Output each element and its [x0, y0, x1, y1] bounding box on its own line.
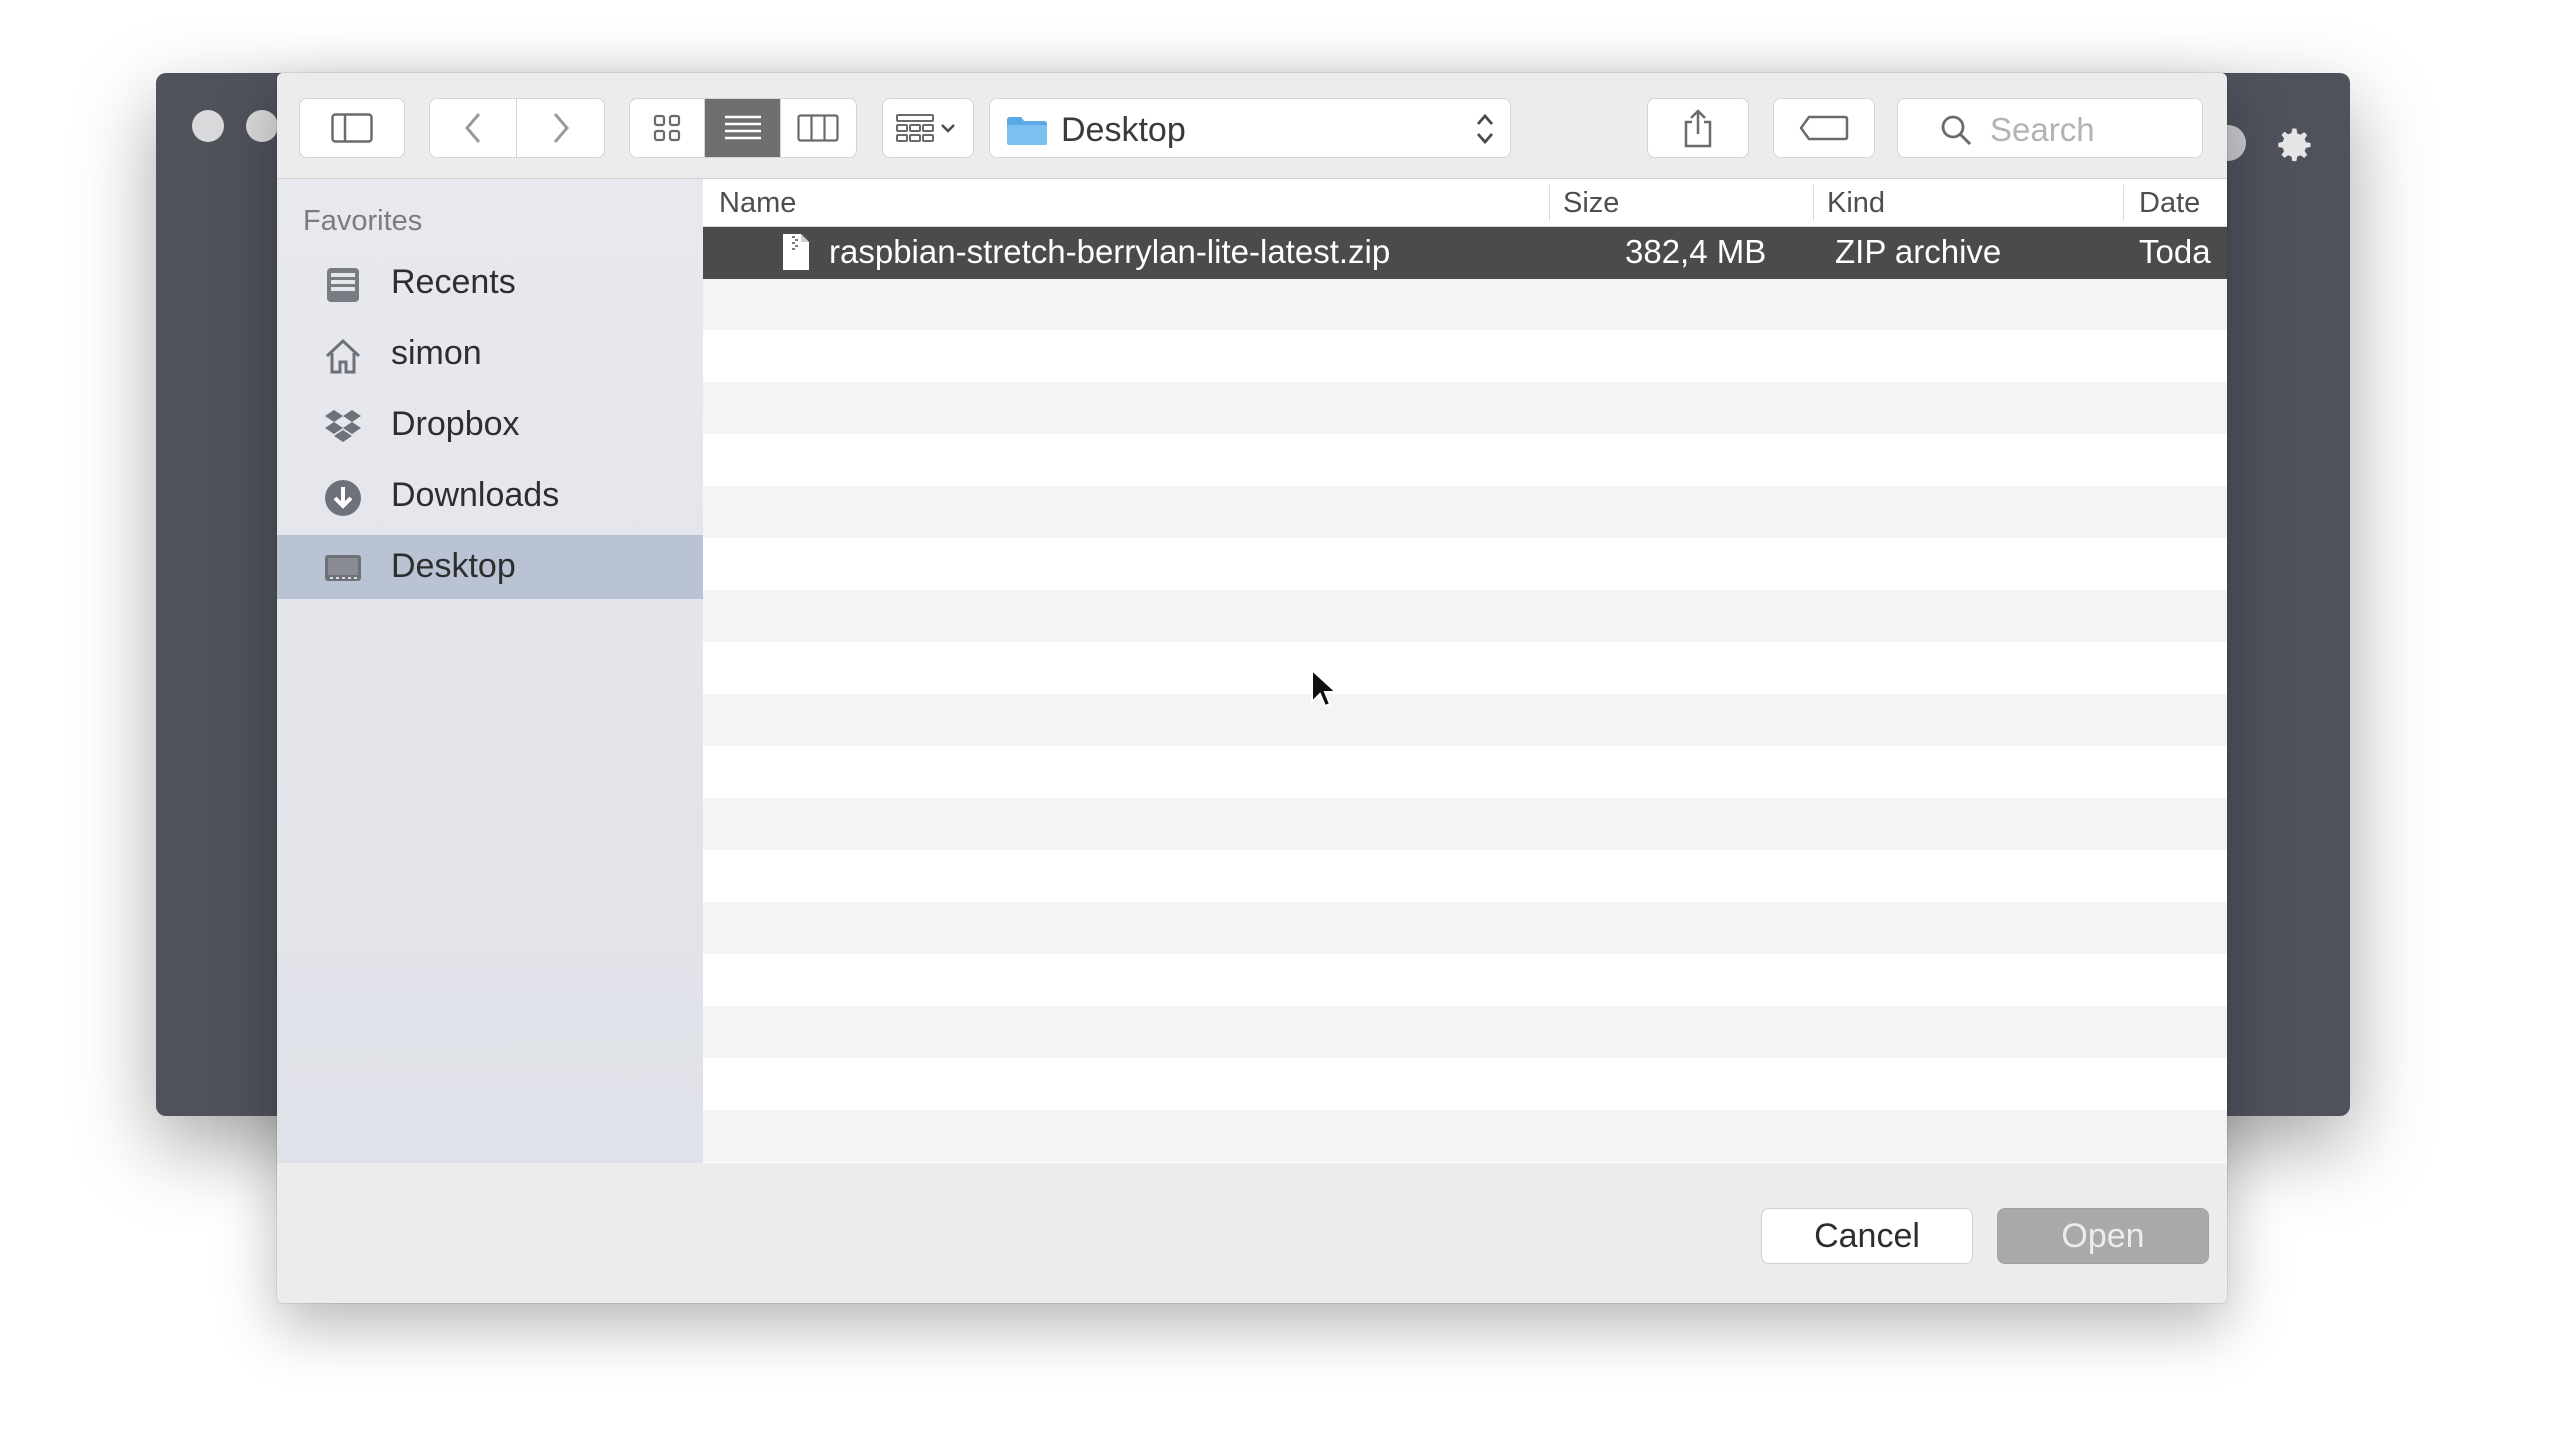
file-kind: ZIP archive — [1835, 233, 2002, 270]
up-down-chevron-icon — [1476, 113, 1494, 145]
dialog-footer: Cancel Open — [277, 1163, 2227, 1303]
icon-view-icon — [654, 114, 681, 142]
share-icon — [1684, 109, 1712, 148]
file-list: Name Size Kind Date raspbian-stretch-ber… — [703, 179, 2227, 1269]
column-size-header[interactable]: Size — [1563, 187, 1619, 220]
dialog-toolbar: Desktop Search — [277, 73, 2227, 179]
zip-file-icon — [783, 234, 809, 270]
favorites-header: Favorites — [303, 205, 423, 237]
arrange-menu-button[interactable] — [882, 98, 974, 158]
sidebar-item-desktop[interactable]: Desktop — [277, 535, 703, 599]
view-mode-segment — [629, 98, 857, 158]
dropbox-icon — [325, 410, 361, 442]
file-size: 382,4 MB — [1625, 233, 1767, 270]
table-row[interactable]: raspbian-stretch-berrylan-lite-latest.zi… — [703, 227, 2227, 279]
navigation-segment — [429, 98, 605, 158]
column-header: Name Size Kind Date — [703, 179, 2227, 227]
sidebar-item-label: simon — [391, 334, 482, 372]
back-button[interactable] — [430, 99, 517, 157]
column-date-header[interactable]: Date — [2139, 187, 2200, 220]
group-by-icon — [896, 114, 955, 142]
location-popup[interactable]: Desktop — [989, 98, 1511, 158]
column-divider[interactable] — [2123, 185, 2124, 221]
downloads-icon — [325, 480, 361, 516]
sidebar-item-simon[interactable]: simon — [277, 322, 703, 386]
file-date: Toda — [2139, 233, 2211, 270]
list-background — [703, 226, 2227, 1269]
recents-icon — [327, 268, 359, 302]
forward-button[interactable] — [517, 99, 604, 157]
column-divider[interactable] — [1813, 185, 1814, 221]
tags-button[interactable] — [1773, 98, 1875, 158]
sidebar-item-dropbox[interactable]: Dropbox — [277, 393, 703, 457]
column-divider[interactable] — [1549, 185, 1550, 221]
search-icon — [1941, 115, 1972, 146]
file-name: raspbian-stretch-berrylan-lite-latest.zi… — [829, 233, 1391, 270]
share-button[interactable] — [1647, 98, 1749, 158]
chevron-left-icon — [465, 113, 481, 143]
chevron-right-icon — [553, 113, 569, 143]
column-view-icon — [797, 114, 839, 142]
column-name-header[interactable]: Name — [719, 187, 796, 220]
sidebar-item-recents[interactable]: Recents — [277, 251, 703, 315]
window-minimize-dot[interactable] — [246, 110, 278, 142]
sidebar-item-label: Downloads — [391, 476, 560, 514]
folder-icon — [1007, 117, 1047, 145]
home-icon — [325, 338, 361, 374]
search-placeholder: Search — [1990, 111, 2095, 148]
column-view-button[interactable] — [781, 99, 856, 157]
sidebar-item-label: Dropbox — [391, 405, 520, 443]
cancel-button[interactable]: Cancel — [1761, 1208, 1973, 1264]
sidebar-item-label: Recents — [391, 263, 516, 301]
sidebar-toggle-icon — [331, 113, 373, 143]
list-view-icon — [724, 115, 761, 140]
open-file-dialog: Desktop Search Favorites Recents simon D… — [277, 73, 2227, 1303]
tag-icon — [1799, 115, 1849, 141]
icon-view-button[interactable] — [630, 99, 706, 157]
location-label: Desktop — [1061, 111, 1186, 149]
sidebar-item-label: Desktop — [391, 547, 516, 585]
column-kind-header[interactable]: Kind — [1827, 187, 1885, 220]
gear-icon[interactable] — [2272, 123, 2316, 167]
search-field[interactable]: Search — [1897, 98, 2203, 158]
sidebar: Favorites Recents simon Dropbox Download… — [277, 179, 703, 1303]
list-view-button[interactable] — [705, 99, 781, 157]
mouse-cursor-icon — [1311, 668, 1338, 708]
sidebar-toggle-button[interactable] — [299, 98, 405, 158]
window-close-dot[interactable] — [192, 110, 224, 142]
desktop-icon — [325, 555, 361, 581]
sidebar-item-downloads[interactable]: Downloads — [277, 464, 703, 528]
open-button[interactable]: Open — [1997, 1208, 2209, 1264]
